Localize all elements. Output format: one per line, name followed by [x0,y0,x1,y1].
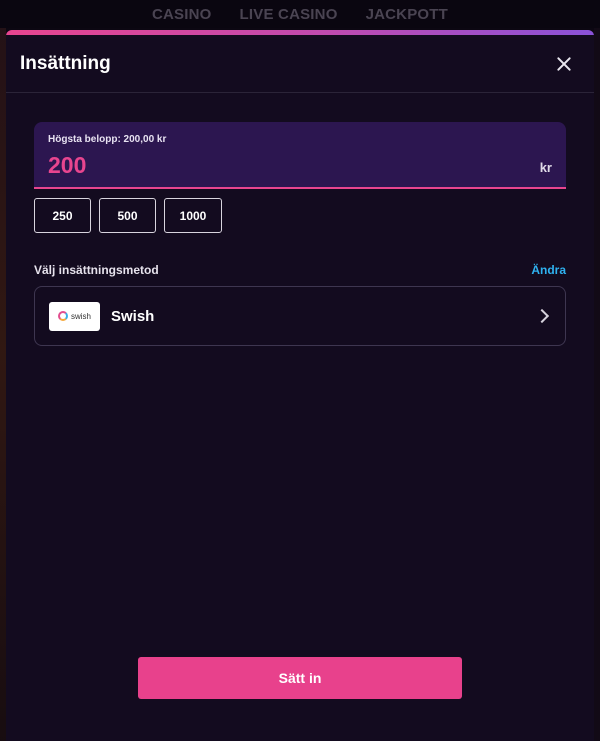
close-icon[interactable] [552,52,576,76]
background-right-edge [594,28,600,741]
currency-label: kr [539,160,552,175]
payment-method-name: Swish [111,307,155,325]
deposit-modal: Insättning Högsta belopp: 200,00 kr kr 2… [6,30,594,741]
swish-logo: swish [49,301,100,331]
amount-field[interactable]: Högsta belopp: 200,00 kr kr [34,122,566,189]
max-amount-label: Högsta belopp: 200,00 kr [48,134,167,145]
payment-method-card[interactable]: swish Swish [34,286,566,346]
nav-item-casino[interactable]: CASINO [152,6,212,23]
change-method-link[interactable]: Ändra [531,263,566,277]
nav-item-live-casino[interactable]: LIVE CASINO [240,6,338,23]
payment-method-label: Välj insättningsmetod [34,263,159,277]
payment-method-header: Välj insättningsmetod Ändra [34,263,566,277]
deposit-submit-button[interactable]: Sätt in [138,657,462,699]
swish-logo-text: swish [70,311,91,321]
quick-amount-250-button[interactable]: 250 [34,198,91,233]
swish-ring-icon [57,311,68,321]
nav-item-jackpott[interactable]: JACKPOTT [366,6,448,23]
background-nav: CASINO LIVE CASINO JACKPOTT [0,0,600,28]
modal-title: Insättning [20,52,111,74]
quick-amount-1000-button[interactable]: 1000 [164,198,222,233]
quick-amounts: 250 500 1000 [34,198,222,233]
chevron-right-icon [534,308,550,324]
amount-input[interactable] [48,152,468,179]
quick-amount-500-button[interactable]: 500 [99,198,156,233]
modal-header: Insättning [6,35,594,93]
